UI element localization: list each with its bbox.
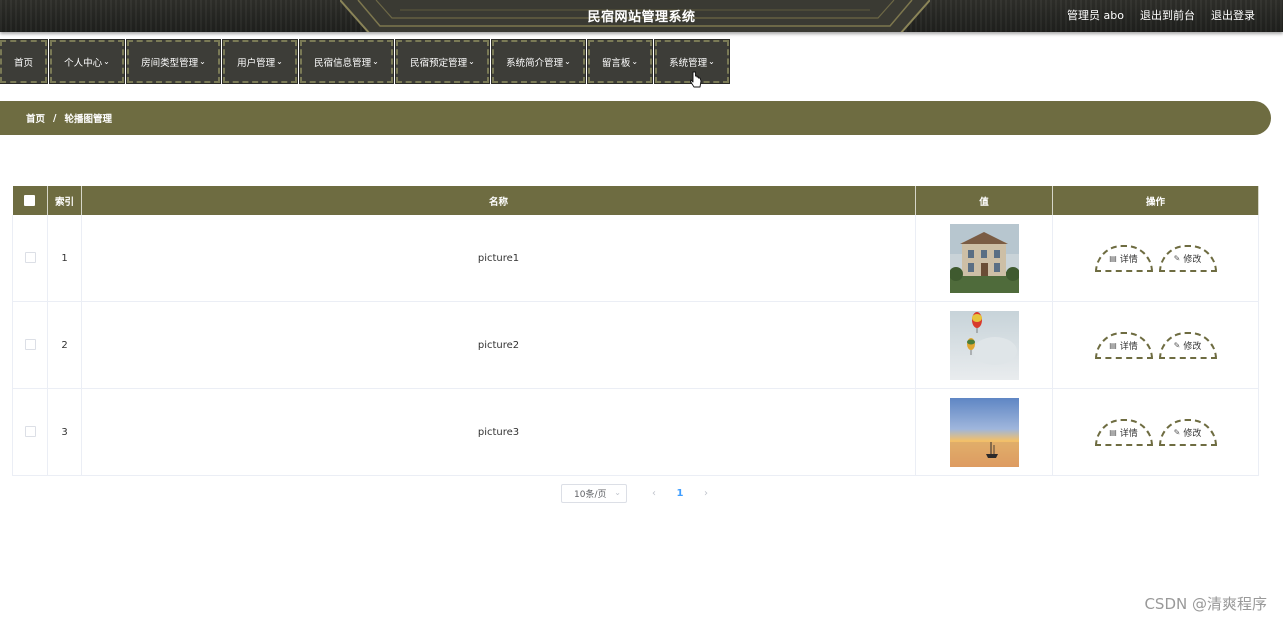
document-icon: ▤ — [1109, 340, 1117, 350]
row-name: picture1 — [81, 215, 916, 302]
nav-label: 系统简介管理 — [506, 57, 564, 69]
row-actions: ▤ 详情 ✎ 修改 — [1052, 388, 1259, 476]
nav-label: 用户管理 — [237, 57, 276, 69]
chevron-down-icon: ⌄ — [199, 57, 206, 66]
nav-label: 民宿预定管理 — [410, 57, 468, 69]
row-checkbox[interactable] — [24, 252, 36, 264]
pagination: 10条/页 ⌄ ‹ 1 › — [561, 484, 719, 503]
nav-item-message-board[interactable]: 留言板 ⌄ — [587, 39, 653, 84]
table-row: 1 picture1 ▤ 详情 ✎ 修改 — [12, 215, 1259, 302]
detail-button[interactable]: ▤ 详情 — [1094, 244, 1153, 272]
edit-button[interactable]: ✎ 修改 — [1158, 331, 1217, 359]
prev-page-icon[interactable]: ‹ — [641, 488, 667, 499]
top-header: 民宿网站管理系统 管理员 abo 退出到前台 退出登录 — [0, 0, 1283, 32]
row-index: 1 — [47, 215, 82, 302]
table-header-row: 索引 名称 值 操作 — [12, 186, 1259, 215]
row-actions: ▤ 详情 ✎ 修改 — [1052, 301, 1259, 389]
detail-button[interactable]: ▤ 详情 — [1094, 418, 1153, 446]
mouse-cursor-icon — [690, 71, 702, 88]
header-name: 名称 — [81, 186, 916, 215]
document-icon: ▤ — [1109, 253, 1117, 263]
nav-item-personal-center[interactable]: 个人中心 ⌄ — [49, 39, 125, 84]
nav-label: 首页 — [13, 57, 33, 69]
header-index: 索引 — [47, 186, 82, 215]
page-number[interactable]: 1 — [667, 488, 693, 499]
detail-label: 详情 — [1119, 254, 1138, 265]
next-page-icon[interactable]: › — [693, 488, 719, 499]
breadcrumb-home[interactable]: 首页 — [26, 111, 45, 125]
row-select-cell — [12, 301, 48, 389]
select-all-checkbox[interactable] — [24, 195, 36, 206]
nav-label: 民宿信息管理 — [314, 57, 372, 69]
edit-button[interactable]: ✎ 修改 — [1158, 418, 1217, 446]
row-image-cell — [915, 215, 1053, 302]
select-all-cell — [12, 186, 48, 215]
edit-label: 修改 — [1183, 254, 1202, 265]
row-actions: ▤ 详情 ✎ 修改 — [1052, 215, 1259, 302]
carousel-table: 索引 名称 值 操作 1 picture1 ▤ 详情 ✎ 修改 2 pictur… — [12, 186, 1259, 476]
nav-label: 房间类型管理 — [141, 57, 199, 69]
chevron-down-icon: ⌄ — [564, 57, 571, 66]
chevron-down-icon: ⌄ — [372, 57, 379, 66]
nav-item-booking[interactable]: 民宿预定管理 ⌄ — [395, 39, 490, 84]
nav-label: 系统管理 — [669, 57, 708, 69]
row-select-cell — [12, 388, 48, 476]
chevron-down-icon: ⌄ — [468, 57, 475, 66]
balloons-thumbnail[interactable] — [949, 310, 1019, 380]
row-checkbox[interactable] — [24, 339, 36, 351]
edit-label: 修改 — [1183, 428, 1202, 439]
edit-icon: ✎ — [1173, 427, 1181, 437]
detail-button[interactable]: ▤ 详情 — [1094, 331, 1153, 359]
user-area: 管理员 abo 退出到前台 退出登录 — [1067, 7, 1255, 23]
nav-item-homestay-info[interactable]: 民宿信息管理 ⌄ — [299, 39, 394, 84]
chevron-down-icon: ⌄ — [708, 57, 715, 66]
main-nav: 首页 个人中心 ⌄ 房间类型管理 ⌄ 用户管理 ⌄ 民宿信息管理 ⌄ 民宿预定管理 ⌄ 系… — [0, 39, 732, 84]
document-icon: ▤ — [1109, 427, 1117, 437]
edit-button[interactable]: ✎ 修改 — [1158, 244, 1217, 272]
row-index: 2 — [47, 301, 82, 389]
chevron-down-icon: ⌄ — [276, 57, 283, 66]
page-size-label: 10条/页 — [574, 490, 607, 500]
edit-label: 修改 — [1183, 341, 1202, 352]
nav-label: 留言板 — [601, 57, 631, 69]
nav-item-users[interactable]: 用户管理 ⌄ — [222, 39, 298, 84]
edit-icon: ✎ — [1173, 340, 1181, 350]
row-image-cell — [915, 301, 1053, 389]
header-actions: 操作 — [1052, 186, 1259, 215]
breadcrumb-current: 轮播图管理 — [64, 114, 113, 125]
nav-item-home[interactable]: 首页 — [0, 39, 48, 84]
row-name: picture2 — [81, 301, 916, 389]
chevron-down-icon: ⌄ — [614, 488, 621, 497]
table-row: 2 picture2 ▤ 详情 ✎ 修改 — [12, 301, 1259, 389]
to-front-link[interactable]: 退出到前台 — [1140, 7, 1195, 23]
breadcrumb-separator: / — [53, 112, 57, 124]
edit-icon: ✎ — [1173, 253, 1181, 263]
watermark: CSDN @清爽程序 — [1144, 595, 1267, 613]
nav-label: 个人中心 — [64, 57, 103, 69]
row-image-cell — [915, 388, 1053, 476]
nav-item-system-intro[interactable]: 系统简介管理 ⌄ — [491, 39, 586, 84]
current-user: 管理员 abo — [1067, 9, 1124, 22]
nav-item-room-type[interactable]: 房间类型管理 ⌄ — [126, 39, 221, 84]
detail-label: 详情 — [1119, 428, 1138, 439]
row-index: 3 — [47, 388, 82, 476]
chevron-down-icon: ⌄ — [103, 57, 110, 66]
row-name: picture3 — [81, 388, 916, 476]
logout-link[interactable]: 退出登录 — [1211, 7, 1255, 23]
row-checkbox[interactable] — [24, 426, 36, 438]
table-row: 3 picture3 ▤ 详情 ✎ 修改 — [12, 388, 1259, 476]
detail-label: 详情 — [1119, 341, 1138, 352]
chevron-down-icon: ⌄ — [631, 57, 639, 66]
header-value: 值 — [915, 186, 1053, 215]
breadcrumb: 首页 / 轮播图管理 — [0, 101, 1271, 135]
page-size-select[interactable]: 10条/页 ⌄ — [561, 484, 627, 503]
house-thumbnail[interactable] — [949, 223, 1019, 293]
row-select-cell — [12, 215, 48, 302]
sunset-boat-thumbnail[interactable] — [949, 397, 1019, 467]
